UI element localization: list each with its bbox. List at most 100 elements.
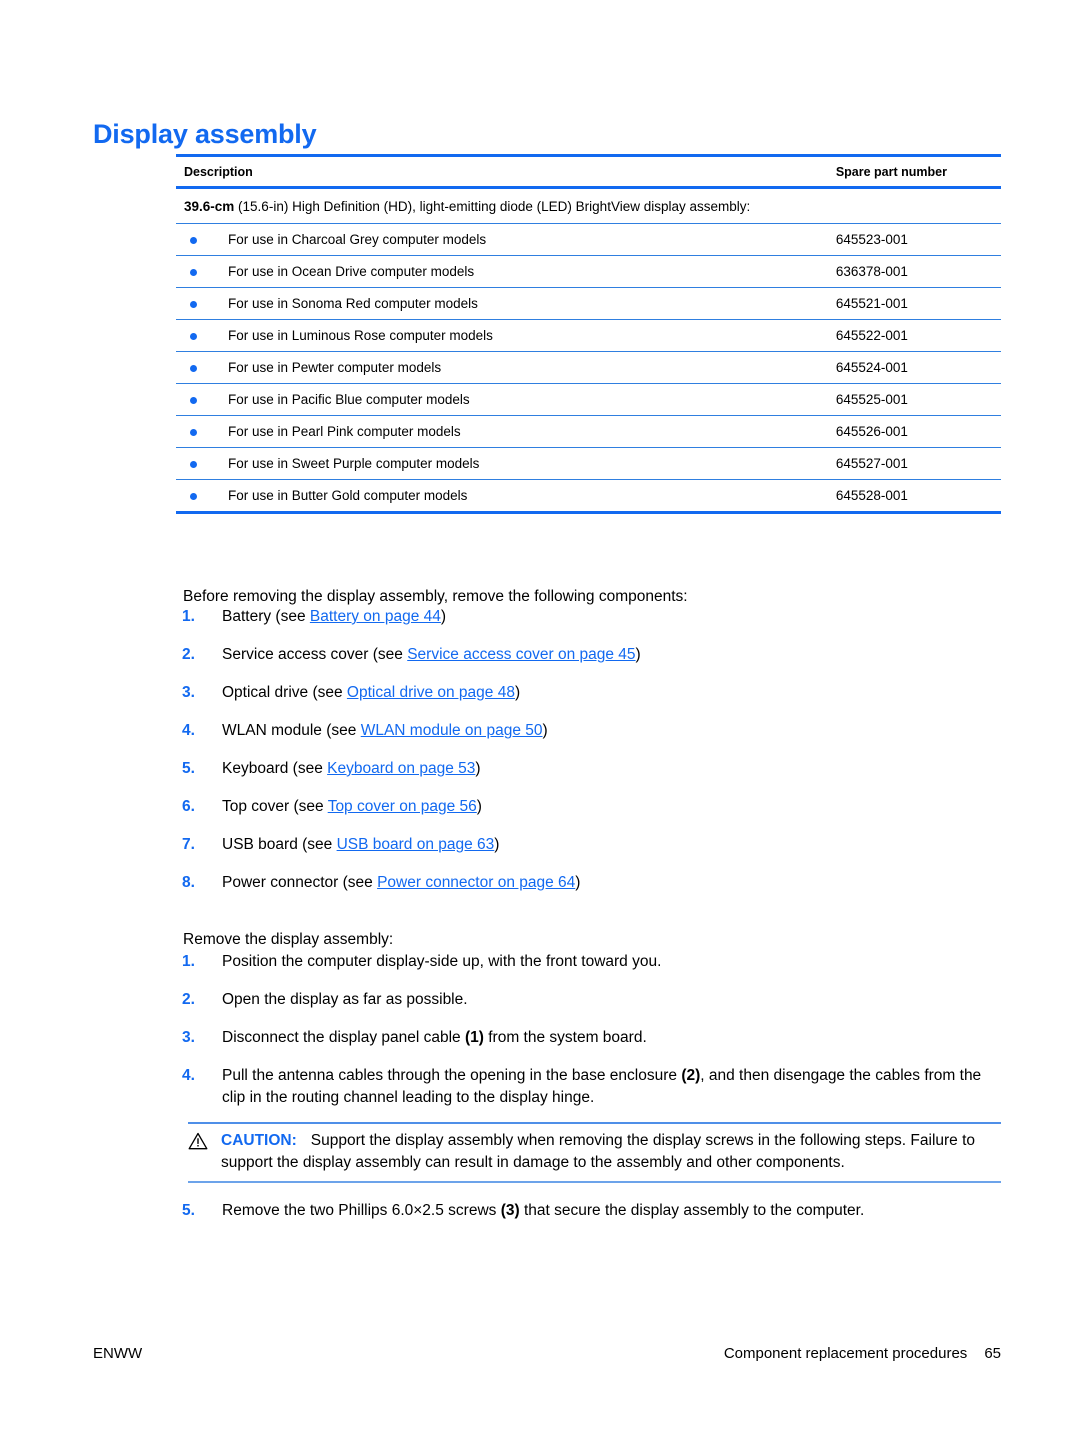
caution-content: CAUTION: Support the display assembly whe…	[188, 1130, 1001, 1174]
column-header-spare-part-number: Spare part number	[827, 154, 1001, 189]
list-item: 8. Power connector (see Power connector o…	[176, 872, 1001, 894]
step-text: Remove the two Phillips 6.0×2.5 screws	[222, 1202, 501, 1219]
row-description: For use in Sweet Purple computer models	[176, 447, 828, 480]
removal-steps-list: 1. Position the computer display-side up,…	[176, 951, 1001, 1125]
list-item: 3. Optical drive (see Optical drive on pa…	[176, 682, 1001, 704]
intro-paragraph: Before removing the display assembly, re…	[183, 587, 688, 605]
cross-reference-link[interactable]: USB board on page 63	[337, 836, 495, 853]
row-description-text: For use in Luminous Rose computer models	[228, 328, 493, 343]
list-text-post: )	[542, 722, 548, 739]
row-description: For use in Sonoma Red computer models	[176, 287, 828, 320]
row-description-text: For use in Pewter computer models	[228, 360, 442, 375]
list-text: Service access cover (see	[222, 646, 408, 663]
caution-note: CAUTION: Support the display assembly whe…	[188, 1122, 1001, 1183]
cross-reference-link[interactable]: Battery on page 44	[310, 608, 441, 625]
list-text-post: )	[440, 608, 447, 625]
list-item: 1. Position the computer display-side up,…	[176, 951, 1001, 973]
row-description: For use in Pewter computer models	[176, 351, 828, 384]
list-text: Keyboard (see	[222, 760, 328, 777]
list-text: Battery (see	[222, 608, 310, 625]
cross-reference-link[interactable]: Service access cover on page 45	[407, 646, 635, 663]
row-part-number: 645525-001	[827, 383, 1001, 416]
row-description-text: For use in Sweet Purple computer models	[228, 456, 480, 471]
table-row: For use in Sweet Purple computer models …	[176, 447, 1001, 480]
row-description: For use in Pacific Blue computer models	[176, 383, 828, 416]
group-label-cell: 39.6-cm (15.6-in) High Definition (HD), …	[176, 187, 1001, 224]
table-group-row: 39.6-cm (15.6-in) High Definition (HD), …	[176, 187, 1001, 224]
row-description: For use in Ocean Drive computer models	[176, 255, 828, 288]
group-label-rest: (15.6-in) High Definition (HD), light-em…	[234, 199, 751, 214]
list-item: 7. USB board (see USB board on page 63)	[176, 834, 1001, 856]
list-item: 6. Top cover (see Top cover on page 56)	[176, 796, 1001, 818]
step-callout: (3)	[500, 1202, 520, 1219]
row-description-text: For use in Sonoma Red computer models	[228, 296, 478, 311]
list-text-post: )	[476, 798, 482, 815]
list-marker: 7.	[182, 836, 195, 853]
caution-label: CAUTION:	[221, 1132, 297, 1149]
column-header-description: Description	[176, 154, 828, 189]
cross-reference-link[interactable]: Power connector on page 64	[377, 874, 575, 891]
cross-reference-link[interactable]: WLAN module on page 50	[361, 722, 543, 739]
bullet-icon	[190, 333, 197, 340]
step-callout: (2)	[681, 1067, 701, 1084]
prerequisites-list: 1. Battery (see Battery on page 44) 2. Ser…	[176, 606, 1001, 910]
list-item: 1. Battery (see Battery on page 44)	[176, 606, 1001, 628]
list-marker: 6.	[182, 798, 195, 815]
footer-section: Component replacement procedures 65	[724, 1345, 1001, 1362]
caution-text: Support the display assembly when removi…	[221, 1132, 976, 1171]
list-item: 5. Keyboard (see Keyboard on page 53)	[176, 758, 1001, 780]
list-text-post: )	[514, 684, 521, 701]
list-item: 4. WLAN module (see WLAN module on page 5…	[176, 720, 1001, 742]
row-description-text: For use in Butter Gold computer models	[228, 488, 468, 503]
footer-section-title: Component replacement procedures	[723, 1345, 968, 1362]
list-item: 2. Service access cover (see Service acce…	[176, 644, 1001, 666]
table-row: For use in Ocean Drive computer models 6…	[176, 255, 1001, 288]
page-title: Display assembly	[93, 119, 317, 150]
footer-page-number: 65	[984, 1345, 1001, 1362]
list-text-post: )	[475, 760, 481, 777]
step-text-post: from the system board.	[483, 1029, 647, 1046]
table-row: For use in Pacific Blue computer models …	[176, 383, 1001, 416]
row-part-number: 645524-001	[827, 351, 1001, 384]
warning-triangle-icon	[188, 1132, 208, 1150]
row-part-number: 645521-001	[827, 287, 1001, 320]
list-text: Power connector (see	[222, 874, 378, 891]
remove-paragraph: Remove the display assembly:	[183, 930, 394, 948]
footer-locale: ENWW	[93, 1345, 143, 1362]
row-description: For use in Pearl Pink computer models	[176, 415, 828, 448]
group-label-bold: 39.6-cm	[184, 199, 235, 214]
list-marker: 4.	[182, 722, 195, 739]
row-part-number: 645528-001	[827, 479, 1001, 514]
row-description-text: For use in Charcoal Grey computer models	[228, 232, 487, 247]
cross-reference-link[interactable]: Optical drive on page 48	[347, 684, 515, 701]
list-marker: 2.	[182, 991, 195, 1008]
list-marker: 2.	[182, 646, 195, 663]
list-item: 3. Disconnect the display panel cable (1)…	[176, 1027, 1001, 1049]
spare-parts-table: Description Spare part number 39.6-cm (1…	[176, 154, 1001, 514]
row-description: For use in Butter Gold computer models	[176, 479, 828, 514]
step-callout: (1)	[464, 1029, 484, 1046]
row-description-text: For use in Pearl Pink computer models	[228, 424, 461, 439]
cross-reference-link[interactable]: Top cover on page 56	[328, 798, 477, 815]
table-row: For use in Butter Gold computer models 6…	[176, 479, 1001, 514]
row-description-text: For use in Ocean Drive computer models	[228, 264, 475, 279]
bullet-icon	[190, 429, 197, 436]
list-marker: 4.	[182, 1067, 195, 1084]
row-part-number: 645523-001	[827, 223, 1001, 256]
table-row: For use in Charcoal Grey computer models…	[176, 223, 1001, 256]
step-text: Pull the antenna cables through the open…	[222, 1067, 682, 1084]
list-text-post: )	[575, 874, 581, 891]
cross-reference-link[interactable]: Keyboard on page 53	[327, 760, 475, 777]
list-text-post: )	[635, 646, 641, 663]
bullet-icon	[190, 397, 197, 404]
list-text: WLAN module (see	[222, 722, 361, 739]
step-text: Position the computer display-side up, w…	[222, 953, 662, 970]
row-description: For use in Luminous Rose computer models	[176, 319, 828, 352]
list-item: 2. Open the display as far as possible.	[176, 989, 1001, 1011]
table-header-row: Description Spare part number	[176, 154, 1001, 189]
table-row: For use in Luminous Rose computer models…	[176, 319, 1001, 352]
step-text: Disconnect the display panel cable	[222, 1029, 465, 1046]
table-row: For use in Pewter computer models 645524…	[176, 351, 1001, 384]
row-part-number: 645522-001	[827, 319, 1001, 352]
bullet-icon	[190, 461, 197, 468]
